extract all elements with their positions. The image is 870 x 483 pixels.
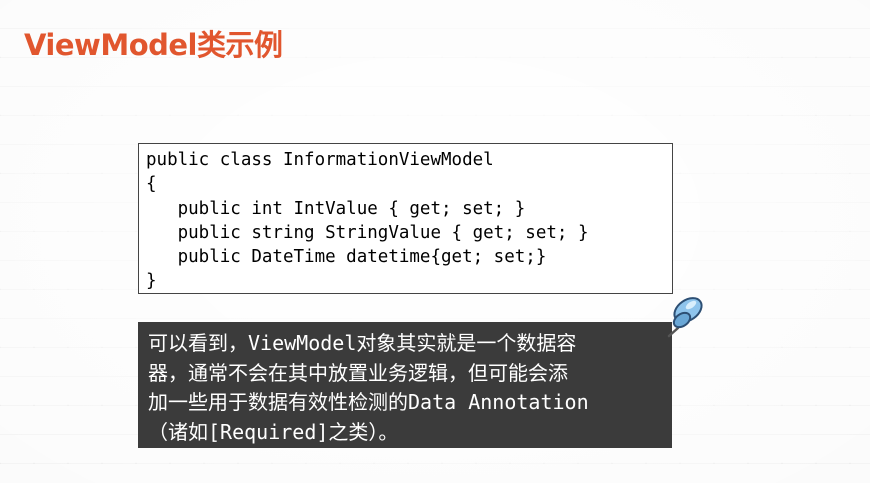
code-line: } [146, 271, 157, 292]
code-line: public string StringValue { get; set; } [146, 222, 589, 243]
slide-title: ViewModel类示例 [24, 28, 283, 62]
code-block: public class InformationViewModel { publ… [138, 143, 673, 294]
code-line: { [146, 174, 157, 195]
code-line: public class InformationViewModel [146, 150, 494, 170]
code-line: public DateTime datetime{get; set;} [146, 247, 547, 268]
note-line: 器，通常不会在其中放置业务逻辑，但可能会添 [148, 360, 568, 385]
note-callout: 可以看到，ViewModel对象其实就是一个数据容 器，通常不会在其中放置业务逻… [138, 322, 672, 448]
code-line: public int IntValue { get; set; } [146, 198, 526, 219]
note-line: 可以看到，ViewModel对象其实就是一个数据容 [148, 331, 577, 355]
note-line: 加一些用于数据有效性检测的Data Annotation [148, 390, 589, 414]
pushpin-icon [667, 297, 703, 338]
note-line: （诸如[Required]之类）。 [148, 419, 399, 444]
